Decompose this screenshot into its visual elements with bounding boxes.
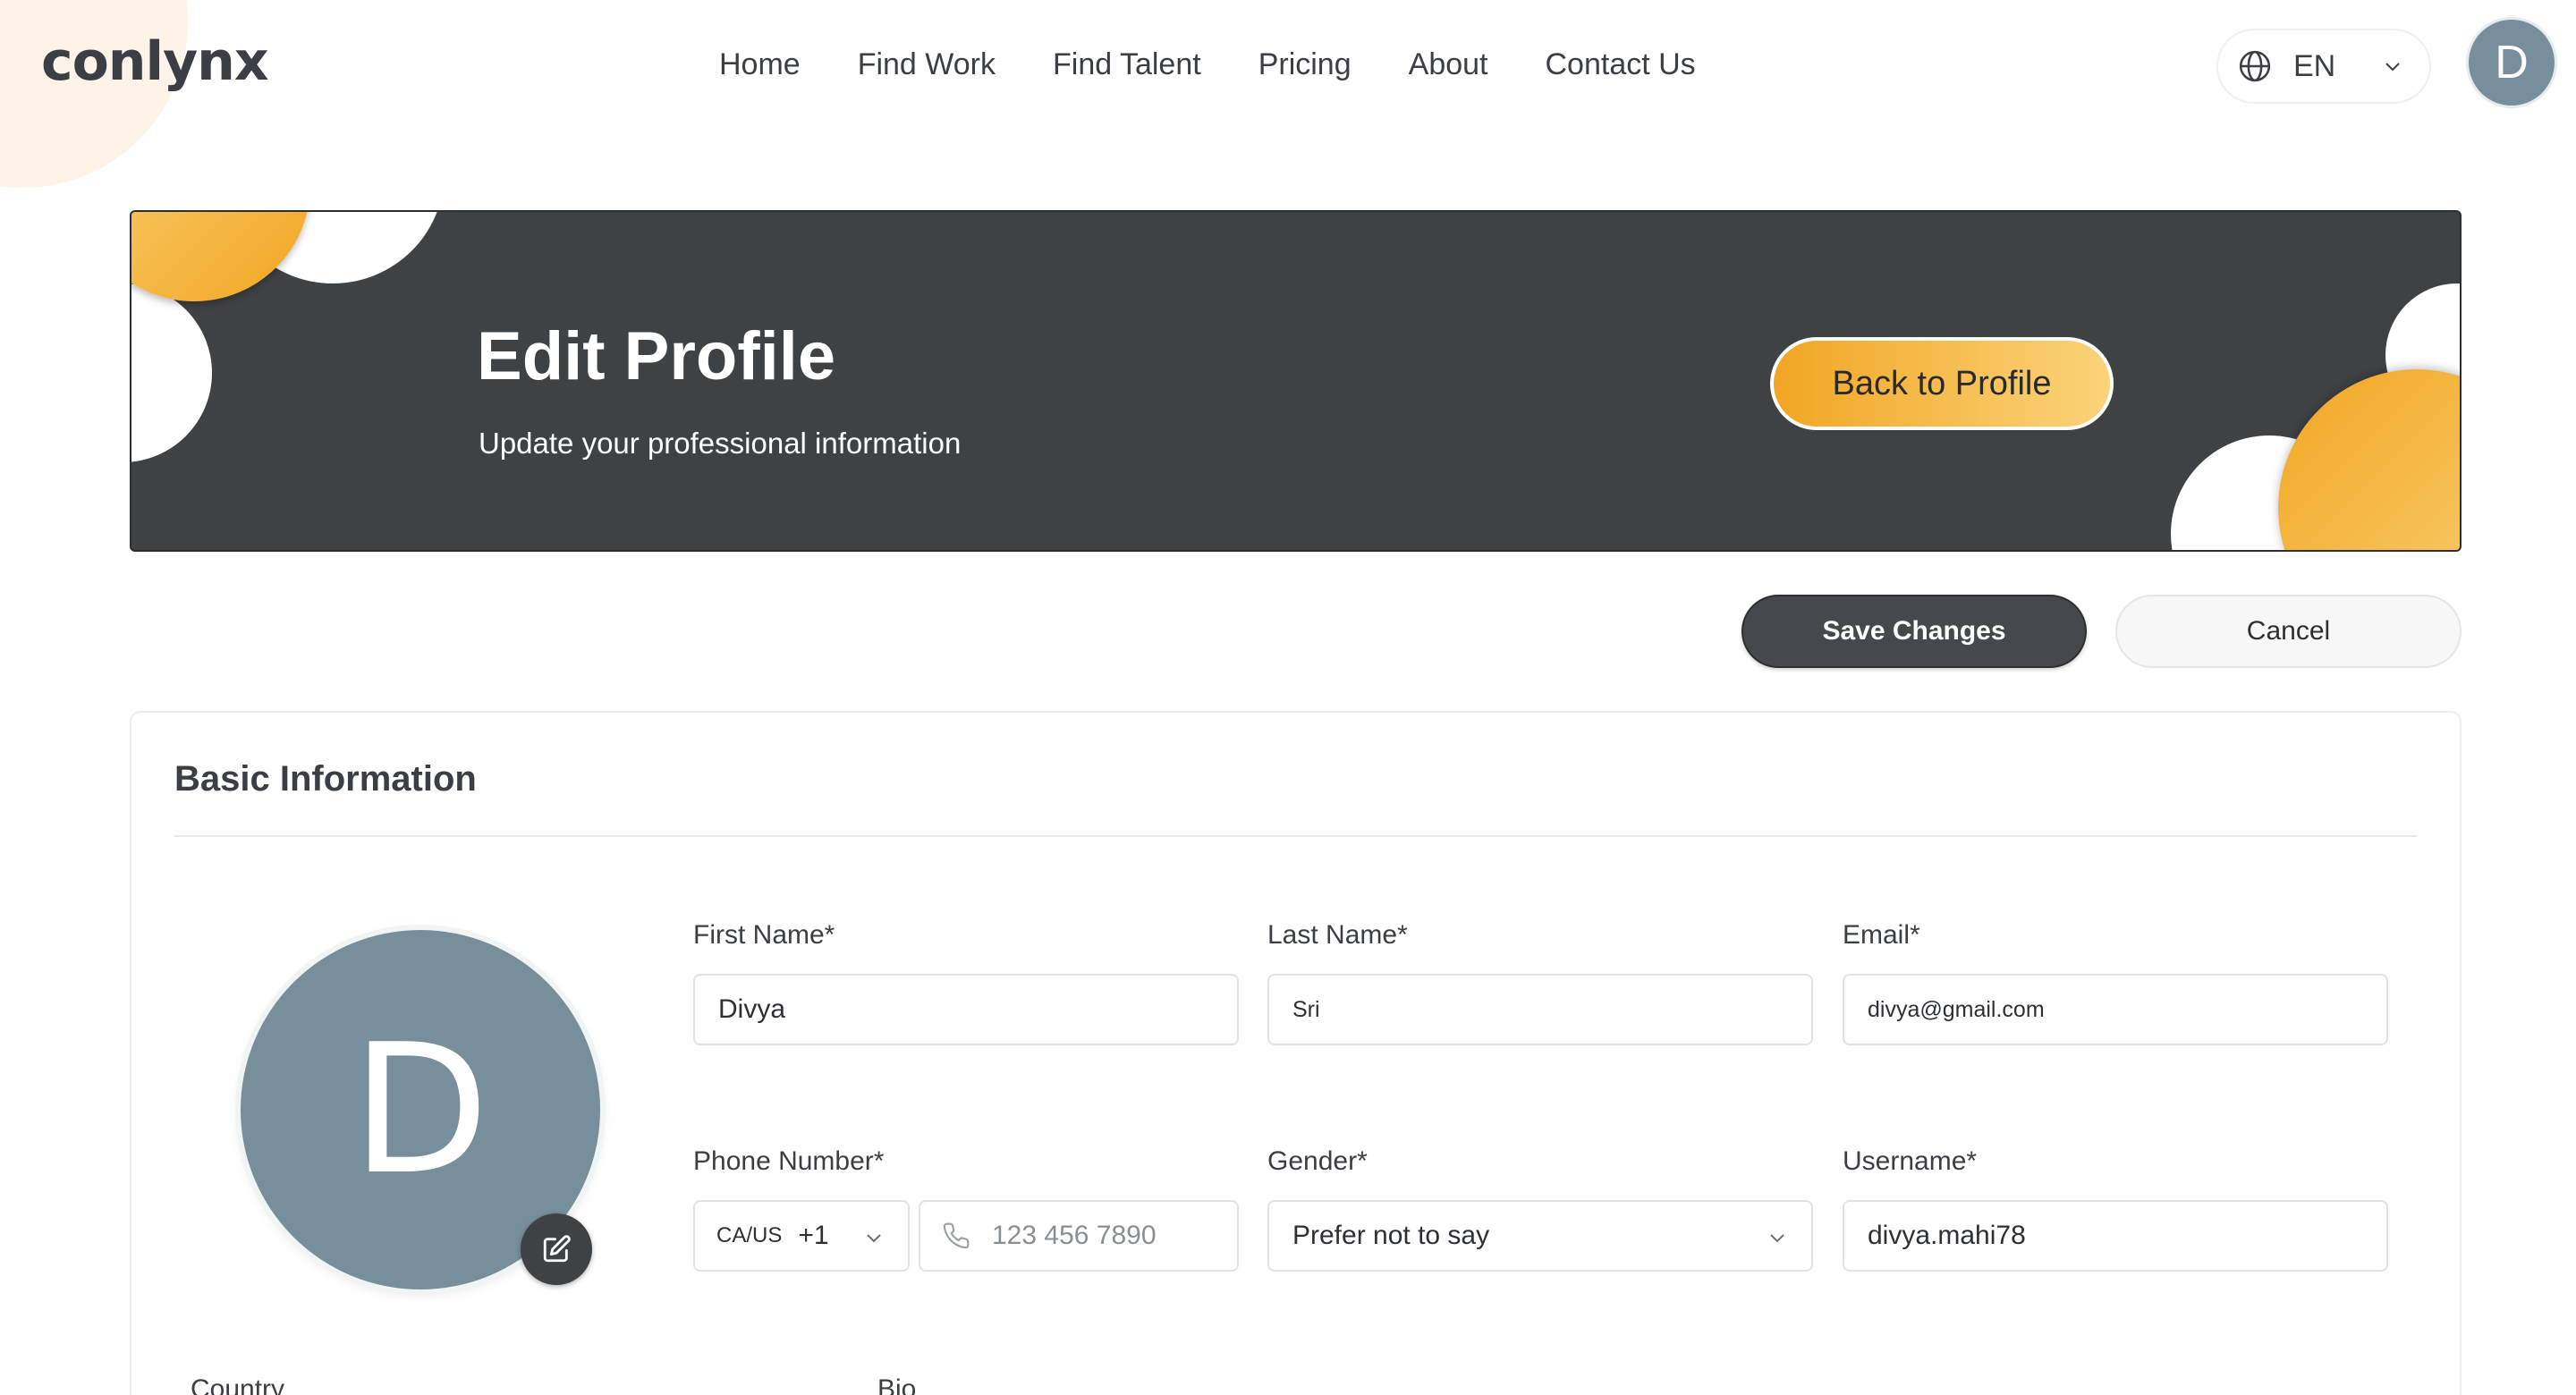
back-to-profile-button[interactable]: Back to Profile	[1770, 337, 2114, 430]
logo[interactable]: conlynx	[41, 30, 269, 93]
gender-select[interactable]: Prefer not to say	[1267, 1200, 1813, 1272]
username-label: Username*	[1843, 1146, 1978, 1176]
email-value: divya@gmail.com	[1868, 996, 2045, 1022]
basic-information-card: Basic Information D First Name* Divya La…	[130, 711, 2462, 1395]
profile-banner: Edit Profile Update your professional in…	[130, 210, 2462, 552]
email-input[interactable]: divya@gmail.com	[1843, 974, 2388, 1045]
section-title: Basic Information	[174, 759, 477, 799]
language-code: EN	[2293, 48, 2336, 83]
phone-label: Phone Number*	[693, 1146, 885, 1176]
divider	[174, 835, 2417, 837]
page-title: Edit Profile	[477, 318, 836, 394]
username-value: divya.mahi78	[1868, 1221, 2026, 1250]
decorative-circle	[2278, 369, 2460, 550]
decorative-circle	[131, 212, 310, 301]
gender-value: Prefer not to say	[1292, 1221, 1490, 1250]
chevron-down-icon	[1770, 1234, 1784, 1243]
language-selector[interactable]: EN	[2216, 29, 2431, 104]
first-name-input[interactable]: Divya	[693, 974, 1239, 1045]
username-input[interactable]: divya.mahi78	[1843, 1200, 2388, 1272]
last-name-input[interactable]: Sri	[1267, 974, 1813, 1045]
first-name-label: First Name*	[693, 920, 835, 950]
edit-avatar-button[interactable]	[521, 1213, 592, 1285]
main-nav: Home Find Work Find Talent Pricing About…	[719, 43, 1753, 86]
country-label: Country	[191, 1374, 285, 1395]
page-subtitle: Update your professional information	[479, 427, 962, 460]
phone-number-input[interactable]: 123 456 7890	[919, 1200, 1239, 1272]
phone-country-select[interactable]: CA/US +1	[693, 1200, 910, 1272]
phone-icon	[943, 1222, 970, 1249]
last-name-label: Last Name*	[1267, 920, 1408, 950]
decorative-circle	[131, 283, 212, 462]
cancel-button[interactable]: Cancel	[2115, 595, 2462, 668]
phone-placeholder: 123 456 7890	[992, 1221, 1157, 1250]
globe-icon	[2239, 50, 2271, 82]
email-label: Email*	[1843, 920, 1920, 950]
chevron-down-icon	[2385, 63, 2400, 72]
nav-find-talent[interactable]: Find Talent	[1053, 43, 1201, 86]
last-name-value: Sri	[1292, 996, 1320, 1022]
country-code: CA/US	[716, 1223, 783, 1247]
chevron-down-icon	[867, 1234, 881, 1243]
edit-icon	[543, 1235, 571, 1263]
nav-home[interactable]: Home	[719, 43, 801, 86]
nav-pricing[interactable]: Pricing	[1258, 43, 1352, 86]
bio-label: Bio	[877, 1374, 917, 1395]
save-changes-button[interactable]: Save Changes	[1741, 595, 2087, 668]
header: conlynx Home Find Work Find Talent Prici…	[0, 0, 2576, 130]
nav-find-work[interactable]: Find Work	[858, 43, 996, 86]
page: conlynx Home Find Work Find Talent Prici…	[0, 0, 2576, 1395]
dial-code: +1	[798, 1221, 829, 1250]
nav-contact-us[interactable]: Contact Us	[1546, 43, 1696, 86]
first-name-value: Divya	[718, 994, 786, 1024]
gender-label: Gender*	[1267, 1146, 1368, 1176]
user-avatar[interactable]: D	[2469, 20, 2555, 106]
nav-about[interactable]: About	[1409, 43, 1488, 86]
